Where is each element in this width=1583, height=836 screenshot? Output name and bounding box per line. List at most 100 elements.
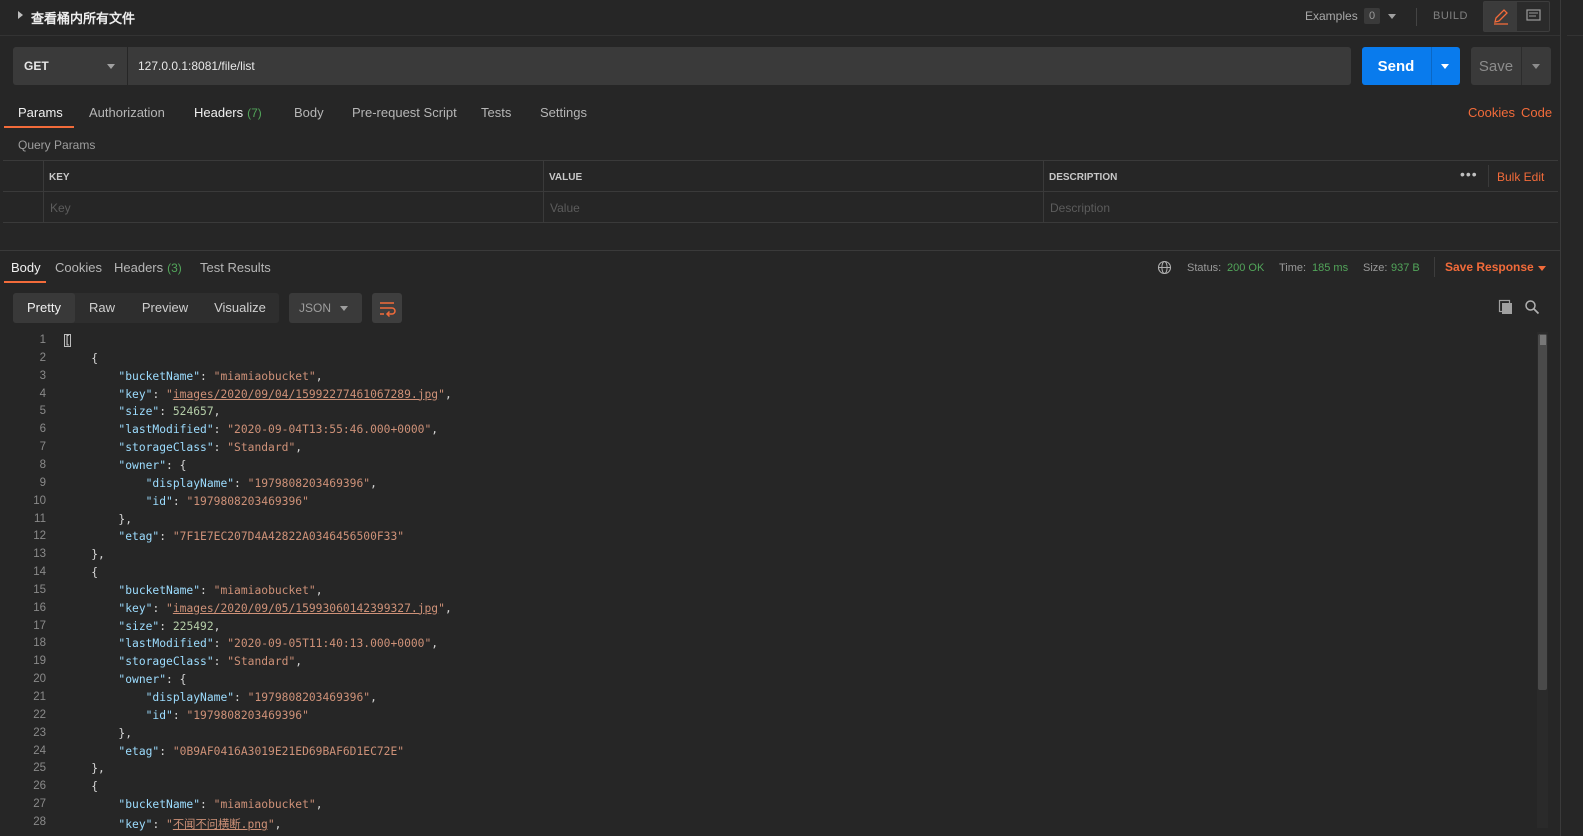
- code-line: 28 "key": "不闻不问横断.png",: [0, 815, 1530, 833]
- scroll-up-arrow[interactable]: [1540, 335, 1546, 345]
- code-text: "etag": "0B9AF0416A3019E21ED69BAF6D1EC72…: [64, 745, 404, 758]
- chevron-down-icon[interactable]: [1538, 266, 1546, 271]
- size-value[interactable]: 937 B: [1391, 262, 1420, 274]
- response-body-editor[interactable]: 1[2 {3 "bucketName": "miamiaobucket", 4 "…: [0, 332, 1550, 836]
- code-token: ": [267, 817, 275, 831]
- response-tab-headers[interactable]: Headers (3): [114, 260, 182, 275]
- code-token: 不闻不问横断.png: [172, 817, 268, 831]
- code-text: {: [64, 352, 98, 365]
- tab-tests[interactable]: Tests: [481, 105, 511, 120]
- response-tab-body[interactable]: Body: [11, 260, 41, 275]
- method-value: GET: [24, 59, 49, 73]
- expand-caret-icon[interactable]: [18, 11, 23, 19]
- code-token: {: [64, 566, 99, 580]
- pane-scrollbar[interactable]: [1560, 0, 1567, 836]
- tab-params[interactable]: Params: [18, 105, 63, 120]
- request-title-bar: 查看桶内所有文件 Examples 0 BUILD: [0, 0, 1583, 36]
- code-token: :: [159, 619, 173, 633]
- response-tab-cookies[interactable]: Cookies: [55, 260, 102, 275]
- code-line: 13 },: [0, 547, 1530, 565]
- code-token: "0B9AF0416A3019E21ED69BAF6D1EC72E": [172, 744, 405, 758]
- response-divider[interactable]: [0, 250, 1560, 251]
- edit-mode-button[interactable]: [1484, 2, 1517, 31]
- format-preview[interactable]: Preview: [131, 293, 199, 323]
- key-input[interactable]: Key: [50, 201, 71, 215]
- format-visualize[interactable]: Visualize: [206, 293, 274, 323]
- code-link[interactable]: Code: [1521, 105, 1552, 120]
- code-line: 6 "lastModified": "2020-09-04T13:55:46.0…: [0, 422, 1530, 440]
- code-line: 3 "bucketName": "miamiaobucket",: [0, 369, 1530, 387]
- comments-button[interactable]: [1518, 2, 1549, 31]
- code-token: "storageClass": [118, 655, 214, 669]
- chevron-down-icon[interactable]: [1388, 14, 1396, 19]
- code-token: "lastModified": [118, 637, 214, 651]
- line-number: 15: [33, 583, 46, 596]
- save-button[interactable]: Save: [1471, 47, 1551, 85]
- format-pretty[interactable]: Pretty: [13, 293, 75, 323]
- query-params-heading: Query Params: [18, 138, 96, 152]
- send-button[interactable]: Send: [1362, 47, 1460, 85]
- code-token: "2020-09-04T13:55:46.000+0000": [227, 423, 432, 437]
- copy-icon[interactable]: [1498, 299, 1514, 315]
- tab-label: Pre-request Script: [352, 105, 457, 120]
- response-tab-test-results[interactable]: Test Results: [200, 260, 271, 275]
- examples-dropdown[interactable]: Examples: [1305, 9, 1358, 23]
- value-input[interactable]: Value: [550, 201, 580, 215]
- code-token: ,: [431, 637, 439, 651]
- search-icon[interactable]: [1524, 299, 1540, 315]
- editor-scrollbar-thumb[interactable]: [1538, 334, 1547, 690]
- format-raw[interactable]: Raw: [79, 293, 125, 323]
- wrap-lines-button[interactable]: [372, 293, 402, 323]
- build-mode-label[interactable]: BUILD: [1433, 10, 1468, 22]
- more-options-icon[interactable]: •••: [1460, 166, 1478, 182]
- code-line: 24 "etag": "0B9AF0416A3019E21ED69BAF6D1E…: [0, 744, 1530, 762]
- code-token: },: [64, 512, 133, 526]
- tab-label: Headers: [194, 105, 244, 120]
- line-number: 26: [33, 780, 46, 793]
- code-line: 17 "size": 225492,: [0, 619, 1530, 637]
- code-token: :: [172, 708, 187, 722]
- tab-label: Body: [11, 260, 41, 275]
- tab-headers[interactable]: Headers (7): [194, 105, 262, 120]
- send-options-chevron-icon[interactable]: [1441, 64, 1449, 69]
- cookies-link[interactable]: Cookies: [1468, 105, 1515, 120]
- description-input[interactable]: Description: [1050, 201, 1110, 215]
- save-response-button[interactable]: Save Response: [1445, 260, 1534, 274]
- line-number: 14: [33, 566, 46, 579]
- code-token: ": [166, 601, 173, 615]
- request-name[interactable]: 查看桶内所有文件: [31, 8, 135, 27]
- code-token: :: [152, 387, 167, 401]
- code-text: "size": 524657,: [64, 405, 220, 418]
- bulk-edit-link[interactable]: Bulk Edit: [1497, 170, 1544, 184]
- save-options-chevron-icon[interactable]: [1532, 64, 1540, 69]
- format-tabs: Pretty Raw Preview Visualize: [13, 293, 279, 323]
- tab-label: Headers: [114, 260, 164, 275]
- tab-count: (3): [167, 261, 182, 275]
- url-input[interactable]: 127.0.0.1:8081/file/list: [128, 47, 1351, 85]
- globe-icon[interactable]: [1157, 260, 1172, 275]
- code-token: "id": [145, 494, 173, 508]
- language-select[interactable]: JSON: [289, 293, 362, 323]
- code-text: "owner": {: [64, 459, 186, 472]
- code-text: "lastModified": "2020-09-04T13:55:46.000…: [64, 423, 438, 436]
- code-text: [: [64, 334, 71, 347]
- code-token: ,: [370, 476, 377, 490]
- time-value[interactable]: 185 ms: [1312, 262, 1348, 274]
- tab-pre-request-script[interactable]: Pre-request Script: [352, 105, 457, 120]
- code-text: "storageClass": "Standard",: [64, 441, 302, 454]
- code-text: "size": 225492,: [64, 620, 220, 633]
- code-token: :: [152, 601, 167, 615]
- code-line: 11 },: [0, 512, 1530, 530]
- tab-settings[interactable]: Settings: [540, 105, 587, 120]
- tab-authorization[interactable]: Authorization: [89, 105, 165, 120]
- code-line: 9 "displayName": "1979808203469396",: [0, 476, 1530, 494]
- tab-body[interactable]: Body: [294, 105, 324, 120]
- line-number: 27: [33, 798, 46, 811]
- method-select[interactable]: GET: [13, 47, 127, 85]
- status-value[interactable]: 200 OK: [1227, 262, 1264, 274]
- code-line: 5 "size": 524657,: [0, 404, 1530, 422]
